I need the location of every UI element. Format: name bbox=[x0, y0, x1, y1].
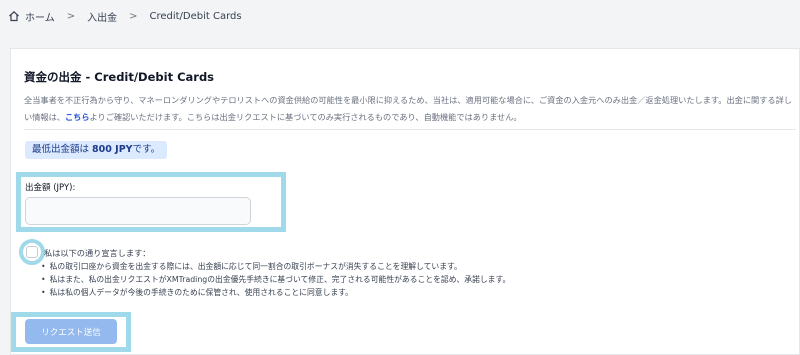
breadcrumb-current: Credit/Debit Cards bbox=[149, 10, 242, 22]
declaration-item: 私の取引口座から資金を出金する際には、出金額に応じて同一割合の取引ボーナスが消失… bbox=[41, 260, 510, 273]
min-withdrawal-badge: 最低出金額は 800 JPYです。 bbox=[25, 141, 168, 159]
min-withdrawal-prefix: 最低出金額は bbox=[32, 144, 90, 155]
breadcrumb-deposit-withdraw-link[interactable]: 入出金 bbox=[87, 9, 117, 24]
amount-label: 出金額 (JPY): bbox=[25, 183, 76, 193]
page-description: 全当事者を不正行為から守り、マネーロンダリングやテロリストへの資金供給の可能性を… bbox=[24, 92, 794, 126]
breadcrumb-home-link[interactable]: ホーム bbox=[25, 9, 55, 24]
declaration-item: 私は私の個人データが今後の手続きのために保管され、使用されることに同意します。 bbox=[41, 286, 510, 299]
details-link[interactable]: こちら bbox=[65, 112, 90, 122]
divider bbox=[24, 129, 796, 130]
min-withdrawal-amount: 800 JPY bbox=[92, 144, 133, 155]
breadcrumb-separator: > bbox=[66, 10, 76, 22]
declaration-item: 私はまた、私の出金リクエストがXMTradingの出金優先手続きに基づいて修正、… bbox=[41, 273, 511, 286]
home-icon[interactable] bbox=[8, 10, 20, 22]
declaration-checkbox[interactable] bbox=[26, 246, 38, 258]
amount-input[interactable] bbox=[25, 197, 251, 225]
min-withdrawal-suffix: です。 bbox=[132, 144, 161, 155]
submit-request-button[interactable]: リクエスト送信 bbox=[25, 319, 117, 344]
breadcrumb-separator: > bbox=[129, 10, 138, 22]
breadcrumb: ホーム > 入出金 > Credit/Debit Cards bbox=[8, 8, 242, 24]
withdrawal-card: 資金の出金 - Credit/Debit Cards 全当事者を不正行為から守り… bbox=[10, 48, 800, 355]
declaration-list: 私の取引口座から資金を出金する際には、出金額に応じて同一割合の取引ボーナスが消失… bbox=[41, 260, 511, 299]
page-title: 資金の出金 - Credit/Debit Cards bbox=[24, 70, 215, 84]
declaration-title: 私は以下の通り宣言します： bbox=[44, 248, 151, 258]
description-text: よりご確認いただけます。こちらは出金リクエストに基づいてのみ実行されるものであり… bbox=[89, 112, 522, 122]
